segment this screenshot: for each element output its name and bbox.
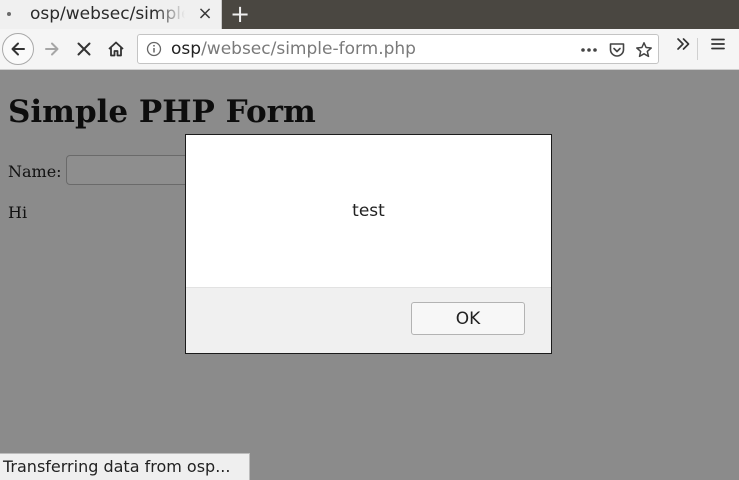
hamburger-menu-icon [711,38,725,50]
star-icon [636,42,652,58]
url-bar[interactable]: osp/websec/simple-form.php [137,34,659,64]
tab-strip: osp/websec/simple-form.php × + [0,0,739,29]
main-menu-button[interactable] [707,33,729,55]
new-tab-button[interactable]: + [228,1,252,27]
stop-button[interactable] [68,33,100,65]
overflow-menu-button[interactable] [672,33,694,55]
page-title: Simple PHP Form [8,94,316,130]
dialog-footer: OK [186,287,551,353]
name-label: Name: [8,162,62,181]
navigation-toolbar: osp/websec/simple-form.php [0,29,739,70]
url-text[interactable]: osp/websec/simple-form.php [171,39,416,59]
home-icon [108,41,124,57]
back-arrow-icon [11,42,25,56]
status-bar: Transferring data from osp... [0,453,250,480]
pocket-button[interactable] [606,39,628,61]
double-chevron-right-icon [677,38,690,50]
toolbar-divider [697,38,698,60]
loading-indicator-icon [7,12,11,16]
more-dots-icon [581,48,597,52]
ok-button[interactable]: OK [411,302,525,335]
tab-title: osp/websec/simple-form.php [30,4,185,24]
pocket-icon [609,43,625,57]
url-path: /websec/simple-form.php [201,39,416,59]
back-button[interactable] [2,33,34,65]
stop-icon [77,42,91,56]
dialog-message: test [352,201,385,221]
browser-tab[interactable]: osp/websec/simple-form.php × [0,0,222,29]
home-button[interactable] [100,33,132,65]
page-actions-button[interactable] [578,39,600,61]
url-host: osp [171,39,202,59]
alert-dialog: test OK [185,134,552,354]
forward-arrow-icon [45,42,59,56]
greeting-text: Hi [8,203,28,222]
tab-close-icon[interactable]: × [194,3,216,25]
info-icon[interactable] [146,41,162,57]
forward-button[interactable] [36,33,68,65]
bookmark-button[interactable] [633,39,655,61]
